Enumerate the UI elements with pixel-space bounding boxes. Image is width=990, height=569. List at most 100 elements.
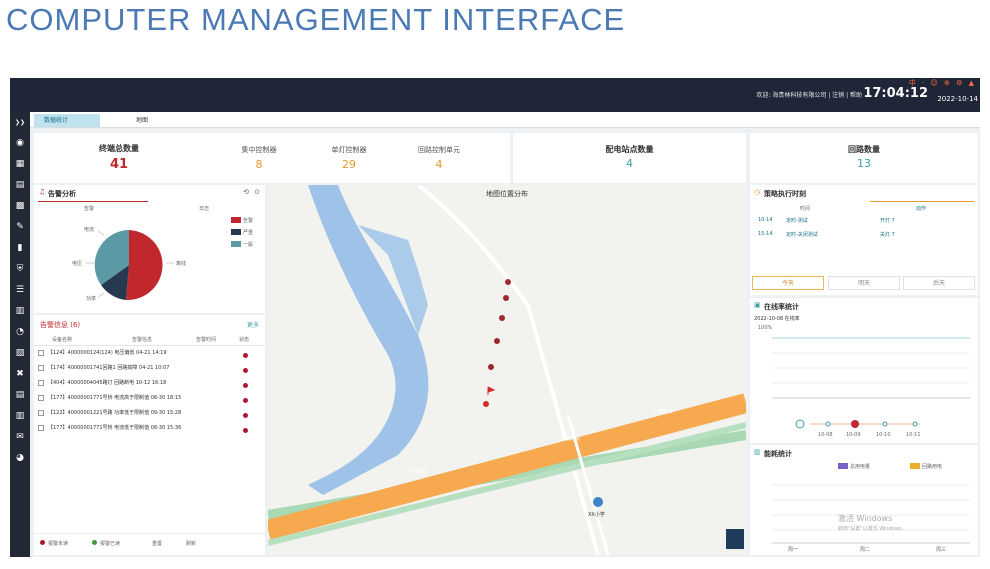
row-time: 10-12 16:18: [135, 380, 167, 386]
reset-button[interactable]: 重置: [152, 540, 162, 547]
schedule-row-strategy: 定时-关闭测试: [786, 232, 818, 238]
row-message: 回路断电: [114, 380, 135, 386]
user-info[interactable]: 欢迎: 海贵林科技有限公司 | 注销 | 帮助: [756, 90, 862, 99]
road-label-3: X 线路段: [408, 469, 429, 475]
lamp-icon[interactable]: ▮: [10, 238, 30, 259]
alarm-list-panel: 告警信息 (6) 更多 设备名称 告警信息 告警时间 状态 【124】40000…: [34, 315, 265, 555]
alarm-list-footer: 报警未读 报警已读 重置 刷新: [34, 533, 265, 555]
status-dot: [243, 383, 248, 388]
map-canvas[interactable]: [268, 185, 746, 555]
filter-read[interactable]: 报警已读: [100, 540, 120, 547]
home-icon[interactable]: ◉: [10, 133, 30, 154]
header-time: 告警时间: [196, 337, 217, 343]
table-row[interactable]: 【177】40000001771号桥 电流低于限制值 08-30 15:36: [38, 424, 258, 438]
collapse-icon[interactable]: ❯❯: [10, 112, 30, 133]
online-rate-chart: [772, 337, 970, 429]
alarm-analysis-panel: 告警分析 ♫ ⟲ ⊙ 告警 日志 电流 电压 功率 离线 告警 严重 一般: [34, 185, 265, 313]
centralized-label: 集中控制器: [241, 146, 277, 154]
legend-normal: 一般: [243, 242, 254, 248]
segment-tomorrow[interactable]: 明天: [828, 276, 900, 290]
header-device: 设备名称: [52, 337, 73, 343]
more-link[interactable]: 更多: [247, 320, 259, 329]
schedule-row-time: 10-14: [758, 217, 773, 223]
row-message: 电流低于限制值: [114, 425, 150, 431]
status-dot: [243, 398, 248, 403]
segment-today[interactable]: 今天: [752, 276, 824, 290]
road-label-2: X 线路段: [560, 436, 581, 442]
row-time: 08-30 15:36: [150, 425, 182, 431]
header-message: 告警信息: [132, 337, 153, 343]
table-row[interactable]: 【177】40000001771号桥 电流高于限制值 08-30 18:15: [38, 394, 258, 408]
table-row[interactable]: 【174】40000001741回路1 回路故障 04-21 10:07: [38, 364, 258, 378]
schedule-row-action: 开灯·7: [880, 218, 895, 224]
windows-watermark: 激活 Windows: [838, 514, 893, 523]
table-row[interactable]: 【124】4000000124(124) 电压偏低 04-21 14:19: [38, 349, 258, 363]
row-device: 【177】40000001771号桥: [48, 395, 113, 401]
row-checkbox[interactable]: [38, 364, 44, 371]
schedule-header-time: 时间: [800, 206, 811, 212]
refresh-button[interactable]: 刷新: [186, 540, 196, 547]
row-checkbox[interactable]: [38, 379, 44, 386]
alarm-list-title: 告警信息 (6): [40, 321, 81, 329]
status-dot: [243, 368, 248, 373]
chart-icon[interactable]: ▦: [10, 154, 30, 175]
loop-count-value: 13: [857, 157, 871, 170]
tab-bar: 数据统计 地图: [30, 112, 980, 128]
unread-dot: [40, 540, 45, 545]
map-panel[interactable]: 地图位置分布 X 线路段 X 线路段 X 线路段 XX小学: [268, 185, 746, 555]
bar-chart-icon[interactable]: ▥: [10, 301, 30, 322]
row-time: 04-21 10:07: [138, 365, 170, 371]
schedule-row-time: 15-14: [758, 231, 773, 237]
cloud-icon[interactable]: ◕: [10, 448, 30, 469]
page-title: COMPUTER MANAGEMENT INTERFACE: [6, 2, 626, 37]
report-icon[interactable]: ▤: [10, 385, 30, 406]
energy-chart: [772, 484, 970, 544]
table-row[interactable]: 【404】40000004045路灯 回路断电 10-12 16:18: [38, 379, 258, 393]
loop-unit-value: 4: [435, 158, 443, 171]
loop-count-label: 回路数量: [848, 145, 880, 154]
row-checkbox[interactable]: [38, 349, 44, 356]
pie-label-power: 功率: [86, 296, 97, 302]
row-time: 08-30 18:15: [150, 395, 182, 401]
alarm-list-header: 设备名称 告警信息 告警时间 状态: [34, 332, 265, 346]
segment-after-tomorrow[interactable]: 后天: [903, 276, 975, 290]
distribution-value: 4: [626, 157, 633, 170]
schedule-title: 策略执行时刻: [764, 190, 806, 198]
stats-icon[interactable]: ▥: [10, 406, 30, 427]
row-checkbox[interactable]: [38, 424, 44, 431]
row-checkbox[interactable]: [38, 394, 44, 401]
online-rate-panel: 在线率统计 ▣ 2022-10-08 在线率 100% 10-08 10-09 …: [750, 298, 978, 443]
device-icon[interactable]: ▩: [10, 196, 30, 217]
kpi-card-terminals: 终端总数量 41 集中控制器 8 单灯控制器 29 回路控制单元 4: [34, 133, 510, 183]
windows-watermark-sub: 转到"设置"以激活 Windows。: [838, 526, 907, 532]
schedule-row-action: 关灯·7: [880, 232, 895, 238]
row-message: 功率低于限制值: [114, 410, 150, 416]
tab-data-stats[interactable]: 数据统计: [34, 114, 100, 127]
online-x-tick: 10-09: [846, 432, 861, 438]
row-message: 回路故障: [117, 365, 138, 371]
tab-map[interactable]: 地图: [126, 114, 158, 127]
menu-icon[interactable]: ☰: [10, 280, 30, 301]
row-checkbox[interactable]: [38, 409, 44, 416]
list-icon[interactable]: ▤: [10, 175, 30, 196]
status-dot: [243, 353, 248, 358]
status-dot: [243, 428, 248, 433]
shield-icon[interactable]: ⛨: [10, 259, 30, 280]
edit-icon[interactable]: ✎: [10, 217, 30, 238]
poi-label: XX小学: [588, 512, 605, 518]
row-time: 04-21 14:19: [136, 350, 167, 356]
alarm-pie-chart: [86, 217, 241, 301]
tools-icon[interactable]: ✖: [10, 364, 30, 385]
pie-icon[interactable]: ◔: [10, 322, 30, 343]
legend-alarm: 告警: [243, 218, 254, 224]
pie-label-current: 电流: [84, 227, 95, 233]
message-icon[interactable]: ✉: [10, 427, 30, 448]
table-row[interactable]: 【122】40000001221号路 功率低于限制值 09-30 15:28: [38, 409, 258, 423]
kpi-card-loops: 回路数量 13: [750, 133, 978, 183]
schedule-header-action: 动作: [916, 206, 927, 212]
terminal-count-label: 终端总数量: [99, 144, 139, 153]
distribution-label: 配电站点数量: [605, 145, 654, 154]
legend-severe: 严重: [243, 230, 254, 236]
filter-unread[interactable]: 报警未读: [48, 540, 68, 547]
grid-icon[interactable]: ▧: [10, 343, 30, 364]
